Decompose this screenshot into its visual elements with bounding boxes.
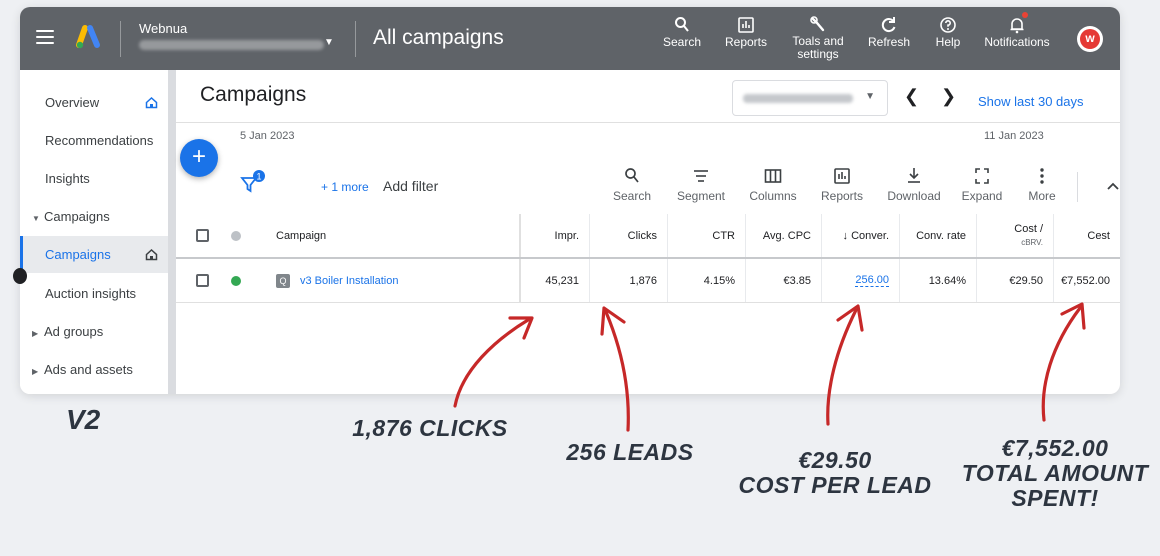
arrow-clicks: [453, 318, 530, 408]
annotation-total-text: TOTAL AMOUNT: [961, 460, 1149, 486]
arrow-total: [1041, 306, 1082, 422]
annotation-total-spent: €7,552.00 TOTAL AMOUNT SPENT!: [955, 436, 1155, 511]
annotation-clicks: 1,876 CLICKS: [352, 415, 508, 441]
avatar-letter: w: [1085, 31, 1095, 45]
annotation-cpl-text: COST PER LEAD: [738, 472, 932, 498]
annotation-cpl-value: €29.50: [798, 447, 872, 473]
annotation-cost-per-lead: €29.50 COST PER LEAD: [730, 448, 940, 498]
annotation-total-text-2: SPENT!: [1011, 485, 1099, 511]
arrow-leads: [604, 310, 630, 432]
annotation-total-value: €7,552.00: [1001, 435, 1109, 461]
annotation-leads: 256 LEADS: [566, 439, 694, 465]
arrow-cpl: [826, 308, 858, 426]
